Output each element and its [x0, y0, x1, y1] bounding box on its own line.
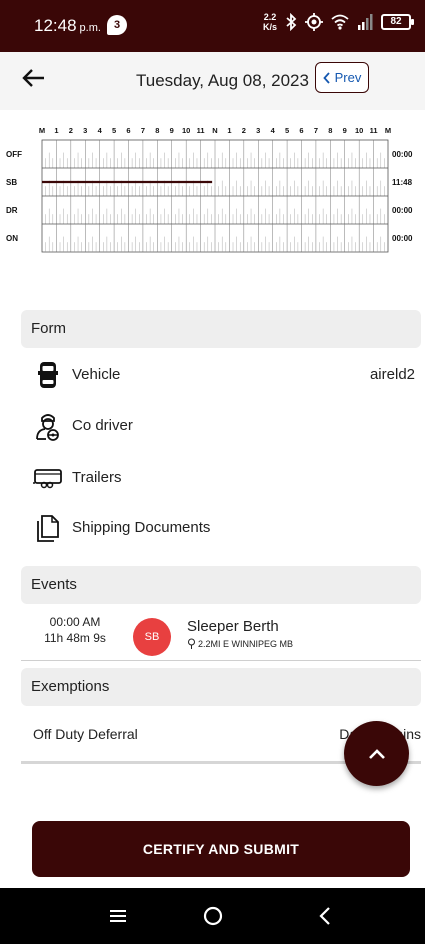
scroll-top-button[interactable] [344, 721, 409, 786]
events-section-header: Events [21, 566, 421, 604]
vehicle-icon [38, 362, 58, 388]
menu-button[interactable] [103, 902, 133, 930]
hour-tick-label: 5 [112, 126, 116, 135]
hour-tick-label: 7 [314, 126, 318, 135]
vehicle-row[interactable]: Vehicle aireld2 [0, 354, 425, 396]
vehicle-label: Vehicle [72, 366, 121, 383]
hour-tick-label: 4 [98, 126, 103, 135]
event-start-time: 00:00 AM [49, 615, 101, 629]
hour-tick-label: 1 [227, 126, 231, 135]
status-time: 12:48 p.m. [34, 16, 101, 36]
hour-tick-label: 10 [355, 126, 363, 135]
network-speed: 2.2 K/s [263, 12, 277, 32]
vehicle-value: aireld2 [369, 366, 415, 383]
signal-icon [358, 14, 373, 30]
notification-badge: 3 [107, 15, 127, 35]
hour-tick-label: M [39, 126, 45, 135]
hour-tick-label: 4 [271, 126, 276, 135]
event-location-text: 2.2MI E WINNIPEG MB [198, 638, 294, 649]
system-nav-bar [0, 888, 425, 944]
hour-tick-label: 7 [141, 126, 145, 135]
event-time: 00:00 AM 11h 48m 9s [20, 614, 130, 646]
trailers-label: Trailers [72, 469, 122, 486]
hour-tick-label: 1 [54, 126, 58, 135]
hour-tick-label: 10 [182, 126, 190, 135]
hour-tick-label: 3 [83, 126, 87, 135]
row-label: OFF [6, 150, 22, 159]
events-divider [21, 660, 421, 661]
form-section-header: Form [21, 310, 421, 348]
status-icons: 2.2 K/s 82 [263, 12, 414, 32]
wifi-icon [331, 14, 349, 30]
hour-tick-label: 8 [155, 126, 159, 135]
log-graph-chart: M 1 2 3 4 5 6 7 8 9 10 11 N 1 2 3 4 5 6 7 8 9 10 11 MOFF 00:00SB 1… [6, 126, 413, 253]
hour-tick-label: 6 [299, 126, 303, 135]
trailer-icon [33, 469, 62, 489]
back-nav-button[interactable] [310, 902, 340, 930]
battery-icon: 82 [381, 14, 414, 30]
shipping-documents-label: Shipping Documents [72, 519, 211, 536]
menu-icon [110, 910, 126, 922]
codriver-row[interactable]: Co driver [0, 405, 425, 447]
chevron-up-icon [368, 748, 385, 759]
status-ampm: p.m. [79, 22, 101, 34]
chevron-left-icon [319, 907, 330, 925]
network-speed-value: 2.2 [263, 12, 277, 22]
status-time-value: 12:48 [34, 16, 77, 35]
home-button[interactable] [198, 902, 228, 930]
prev-button[interactable]: Prev [315, 62, 369, 93]
row-total: 00:00 [392, 234, 413, 243]
event-duration: 11h 48m 9s [44, 631, 106, 645]
prev-button-label: Prev [334, 70, 362, 85]
status-bar: 12:48 p.m. 3 2.2 K/s 82 [0, 0, 425, 52]
hour-tick-label: 2 [69, 126, 73, 135]
event-row[interactable]: 00:00 AM 11h 48m 9s SB Sleeper Berth 2.2… [0, 606, 425, 658]
arrow-left-icon [22, 69, 44, 87]
row-total: 11:48 [392, 178, 413, 187]
page-title: Tuesday, Aug 08, 2023 [136, 71, 309, 90]
log-graph: M 1 2 3 4 5 6 7 8 9 10 11 N 1 2 3 4 5 6 7 8 9 10 11 M OFF 00:00 SB 1… [0, 118, 425, 278]
hour-tick-label: 2 [242, 126, 246, 135]
hour-tick-label: 11 [197, 126, 205, 135]
documents-icon [37, 515, 59, 542]
chevron-left-icon [322, 71, 330, 84]
codriver-label: Co driver [72, 417, 133, 434]
row-label: SB [6, 178, 17, 187]
row-label: ON [6, 234, 18, 243]
status-badge: SB [133, 618, 171, 656]
location-icon [305, 13, 323, 31]
row-label: DR [6, 206, 18, 215]
hour-tick-label: 9 [343, 126, 347, 135]
network-speed-unit: K/s [262, 22, 277, 32]
row-total: 00:00 [392, 206, 413, 215]
back-button[interactable] [20, 64, 54, 98]
header: Tuesday, Aug 08, 2023 Prev [0, 52, 425, 110]
exemption-label: Off Duty Deferral [33, 726, 138, 742]
exemptions-section-header: Exemptions [21, 668, 421, 706]
home-icon [203, 906, 223, 926]
location-pin-icon [188, 638, 195, 649]
certify-submit-button[interactable]: CERTIFY AND SUBMIT [32, 821, 410, 877]
codriver-icon [36, 414, 59, 441]
hour-tick-label: 11 [370, 126, 378, 135]
hour-tick-label: 3 [256, 126, 260, 135]
hour-tick-label: 8 [328, 126, 332, 135]
trailers-row[interactable]: Trailers [0, 457, 425, 499]
event-location: 2.2MI E WINNIPEG MB [187, 638, 293, 649]
event-status: Sleeper Berth [187, 618, 279, 635]
hour-tick-label: 9 [170, 126, 174, 135]
shipping-documents-row[interactable]: Shipping Documents [0, 507, 425, 549]
hour-tick-label: 6 [126, 126, 130, 135]
row-total: 00:00 [392, 150, 413, 159]
hour-tick-label: N [212, 126, 217, 135]
hour-tick-label: M [385, 126, 391, 135]
bluetooth-icon [286, 13, 297, 31]
hour-tick-label: 5 [285, 126, 289, 135]
